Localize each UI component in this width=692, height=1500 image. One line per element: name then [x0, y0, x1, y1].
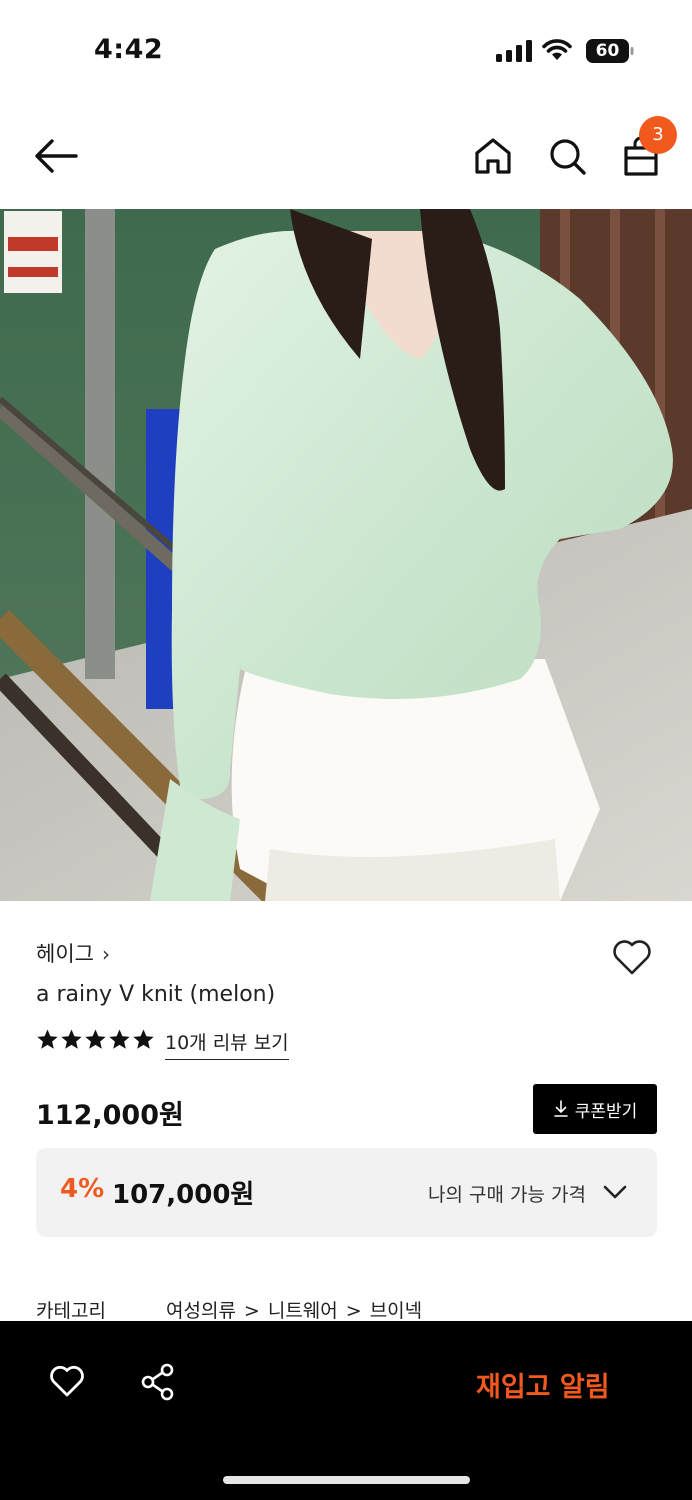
my-price-label: 나의 구매 가능 가격	[428, 1184, 586, 1206]
star-icon	[133, 1029, 154, 1049]
star-icon	[109, 1029, 130, 1049]
get-coupon-button[interactable]: 쿠폰받기	[533, 1084, 657, 1134]
product-price: 112,000원	[36, 1100, 184, 1131]
breadcrumb-separator: >	[243, 1300, 260, 1322]
breadcrumb-item[interactable]: 니트웨어	[268, 1300, 338, 1322]
category-label: 카테고리	[36, 1300, 106, 1322]
battery-icon: 60	[586, 38, 634, 64]
my-price-toggle[interactable]: 4% 107,000원 나의 구매 가능 가격	[36, 1148, 657, 1237]
download-icon	[553, 1100, 568, 1117]
breadcrumb-item[interactable]: 여성의류	[166, 1300, 236, 1322]
back-arrow-icon[interactable]	[32, 136, 80, 176]
status-time: 4:42	[94, 34, 164, 65]
brand-chevron-icon: ›	[101, 942, 110, 966]
breadcrumb-separator: >	[345, 1300, 362, 1322]
discount-price: 107,000원	[112, 1180, 255, 1210]
coupon-label: 쿠폰받기	[574, 1101, 638, 1122]
home-icon[interactable]	[472, 134, 514, 178]
product-name: a rainy V knit (melon)	[36, 982, 276, 1007]
star-icon	[37, 1029, 58, 1049]
bottom-action-bar: 재입고 알림	[0, 1321, 692, 1500]
brand-link[interactable]: 헤이그 ›	[36, 938, 110, 968]
top-nav	[0, 110, 692, 206]
status-bar: 4:42 60	[0, 0, 692, 100]
restock-alert-button[interactable]: 재입고 알림	[476, 1365, 610, 1404]
category-breadcrumb: 여성의류 > 니트웨어 > 브이넥	[166, 1296, 422, 1323]
discount-percent: 4%	[60, 1174, 105, 1204]
cart-count-badge: 3	[639, 116, 677, 154]
cellular-signal-icon	[496, 40, 532, 62]
rating-stars	[36, 1028, 155, 1056]
share-icon[interactable]	[140, 1363, 176, 1401]
breadcrumb-item[interactable]: 브이넥	[370, 1300, 422, 1322]
search-icon[interactable]	[546, 134, 588, 178]
product-image[interactable]	[0, 209, 692, 901]
battery-level: 60	[595, 41, 620, 61]
chevron-down-icon	[603, 1185, 627, 1199]
heart-icon[interactable]	[48, 1363, 86, 1399]
wifi-icon	[542, 39, 572, 60]
wishlist-heart-icon[interactable]	[610, 936, 654, 978]
star-icon	[61, 1029, 82, 1049]
review-link[interactable]: 10개 리뷰 보기	[165, 1028, 289, 1060]
star-icon	[85, 1029, 106, 1049]
home-indicator[interactable]	[223, 1476, 470, 1484]
brand-name: 헤이그	[36, 942, 94, 966]
